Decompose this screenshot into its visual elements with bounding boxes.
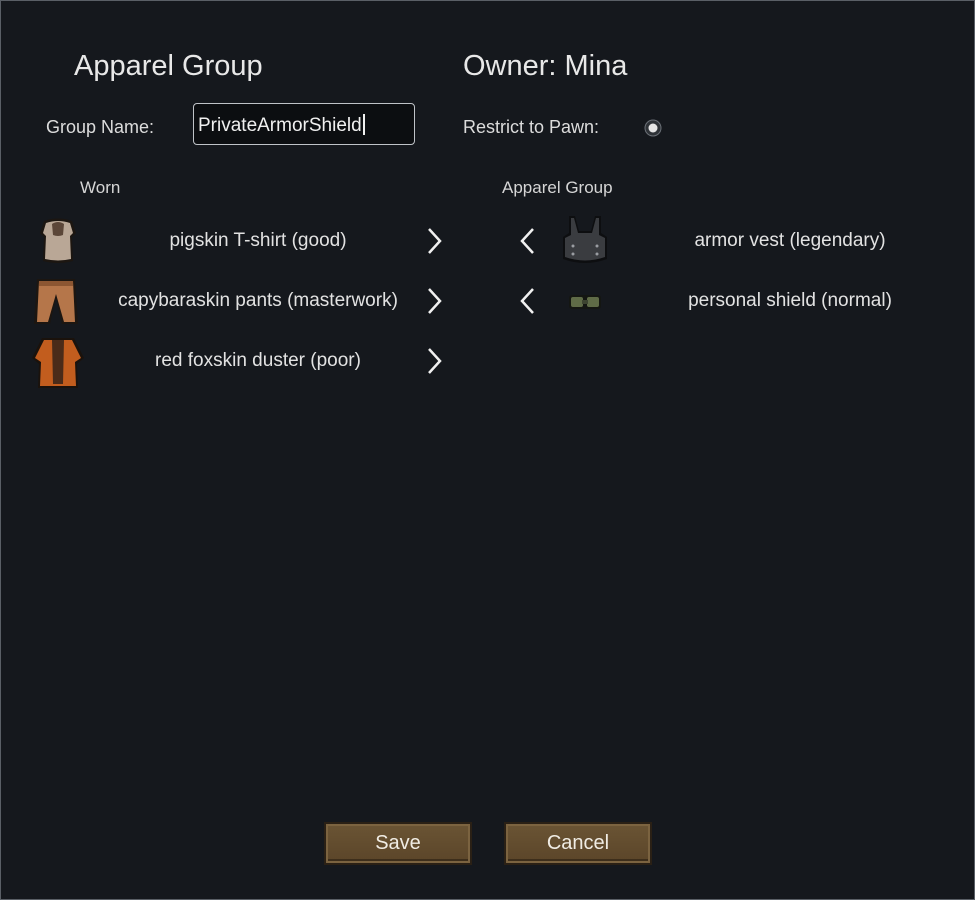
dialog-title: Apparel Group: [74, 50, 263, 82]
save-button[interactable]: Save: [324, 822, 472, 865]
worn-item-label: capybaraskin pants (masterwork): [118, 290, 398, 311]
tshirt-icon: [40, 218, 76, 263]
group-name-value: PrivateArmorShield: [198, 115, 362, 136]
restrict-to-pawn-label: Restrict to Pawn:: [463, 117, 600, 137]
remove-from-group-arrow-icon[interactable]: [517, 286, 537, 316]
worn-item-label: red foxskin duster (poor): [155, 350, 361, 371]
cancel-button[interactable]: Cancel: [504, 822, 652, 865]
worn-item-label: pigskin T-shirt (good): [169, 230, 347, 251]
group-item-label: personal shield (normal): [688, 290, 892, 311]
shield-belt-icon: [569, 295, 601, 309]
text-caret: [362, 114, 365, 135]
pants-icon: [34, 279, 78, 324]
remove-from-group-arrow-icon[interactable]: [517, 226, 537, 256]
restrict-to-pawn-checkbox[interactable]: [644, 119, 662, 137]
apparel-group-header: Apparel Group: [502, 178, 613, 197]
armor-vest-icon: [563, 216, 607, 263]
worn-header: Worn: [80, 178, 121, 197]
group-name-field[interactable]: PrivateArmorShield: [193, 103, 415, 145]
move-to-group-arrow-icon[interactable]: [425, 346, 445, 376]
apparel-group-dialog: Apparel Group Owner: Mina Group Name: Pr…: [0, 0, 975, 900]
group-name-label: Group Name:: [46, 117, 155, 137]
group-item-label: armor vest (legendary): [694, 230, 886, 251]
owner-label: Owner: Mina: [463, 50, 628, 82]
move-to-group-arrow-icon[interactable]: [425, 286, 445, 316]
duster-icon: [32, 338, 84, 388]
move-to-group-arrow-icon[interactable]: [425, 226, 445, 256]
